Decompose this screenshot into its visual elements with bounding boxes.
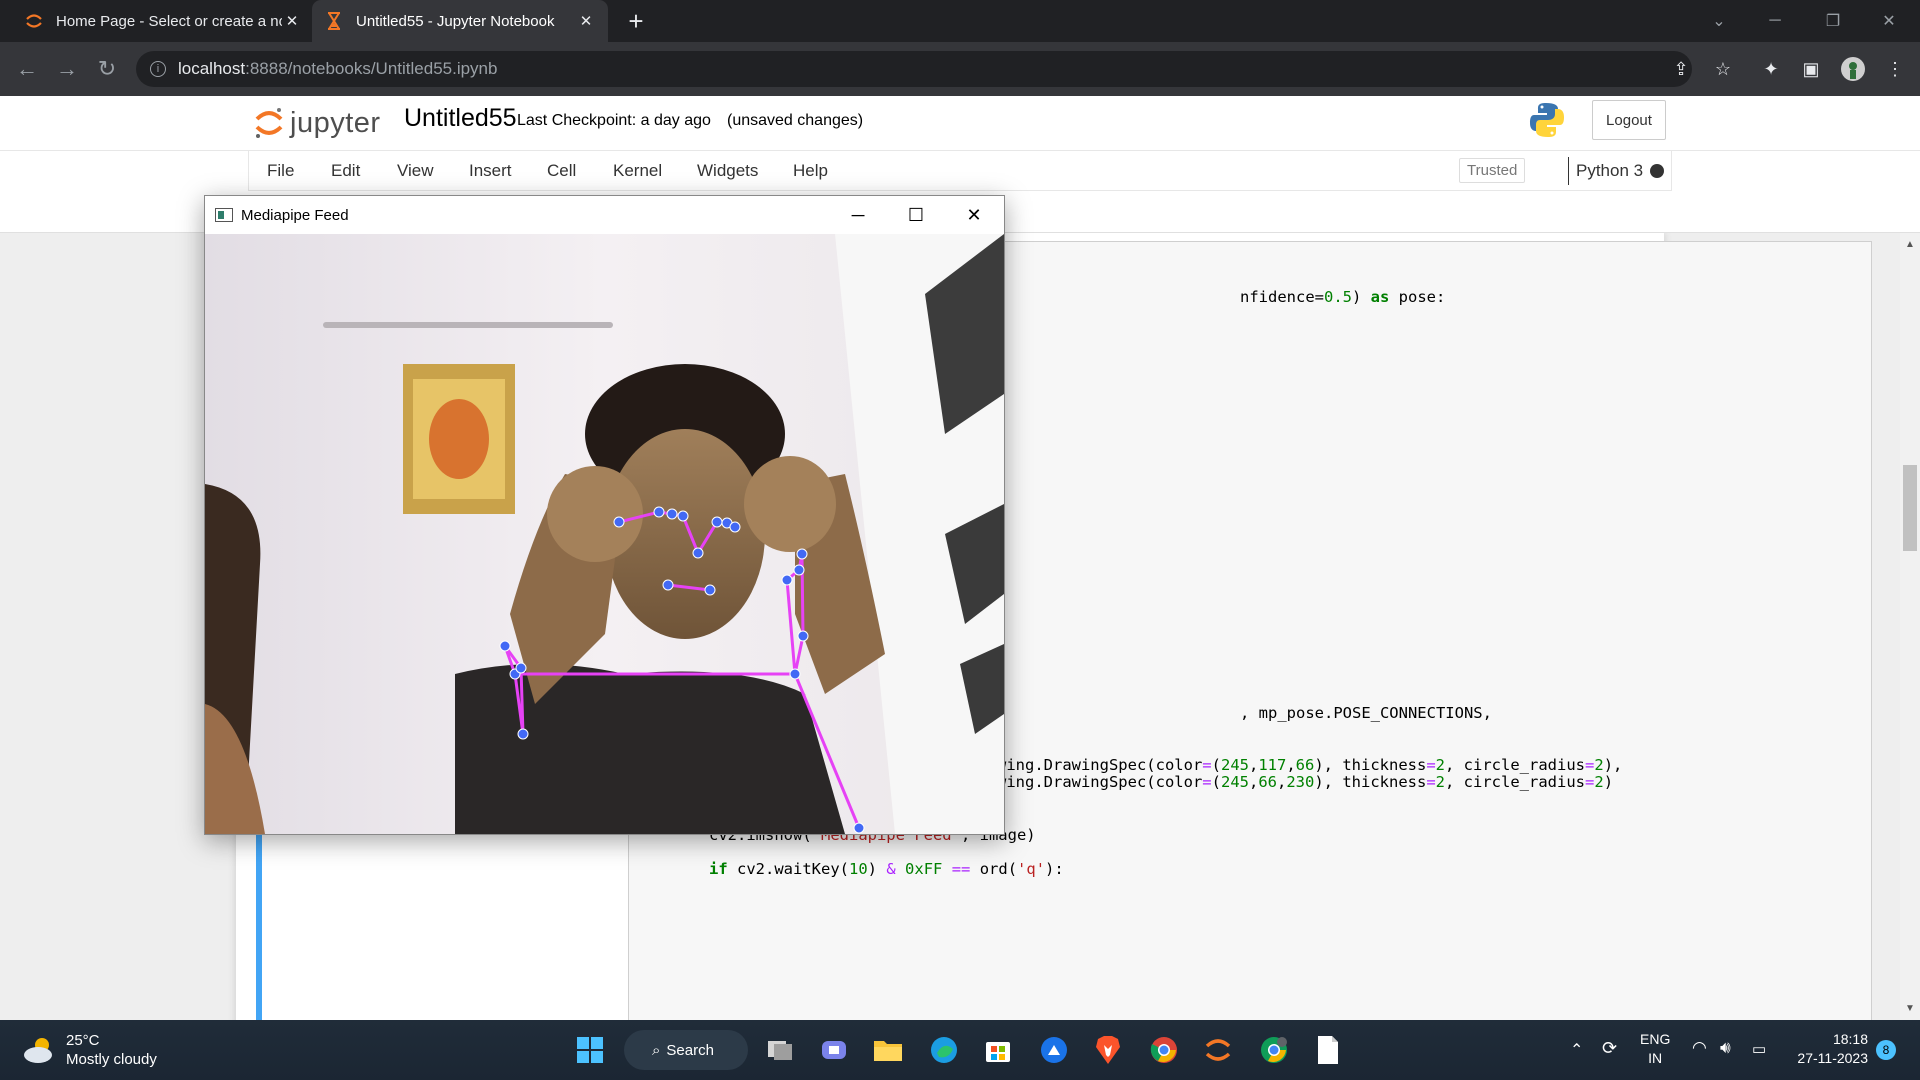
avatar[interactable] [1838, 54, 1868, 84]
code-line: nfidence=0.5) as pose: [1240, 288, 1446, 306]
tab-title: Untitled55 - Jupyter Notebook [356, 12, 555, 30]
weather-widget[interactable]: 25°C Mostly cloudy [22, 1031, 157, 1069]
code-line: mp_drawing.DrawingSpec(color=(245,66,230… [941, 773, 1614, 791]
tab-title: Home Page - Select or create a notebook [56, 12, 282, 30]
edge-browser-icon[interactable] [922, 1028, 966, 1072]
scroll-down-icon[interactable]: ▼ [1905, 1003, 1915, 1014]
chrome-profile-icon[interactable] [1252, 1028, 1296, 1072]
file-explorer-icon[interactable] [866, 1028, 910, 1072]
more-menu-icon[interactable]: ⋮ [1880, 54, 1910, 84]
close-icon[interactable]: ✕ [282, 11, 302, 31]
window-titlebar[interactable]: Mediapipe Feed ─ ☐ ✕ [205, 196, 1004, 234]
mediapipe-feed-window[interactable]: Mediapipe Feed ─ ☐ ✕ [204, 195, 1005, 835]
code-line: , mp_pose.POSE_CONNECTIONS, [1240, 704, 1492, 722]
menu-insert[interactable]: Insert [469, 161, 512, 181]
notebook-name[interactable]: Untitled55 [404, 104, 517, 133]
page-scrollbar[interactable]: ▲ ▼ [1900, 233, 1920, 1020]
checkpoint-status: Last Checkpoint: a day ago [517, 112, 711, 129]
window-title: Mediapipe Feed [241, 206, 349, 224]
url-bar[interactable]: i localhost:8888/notebooks/Untitled55.ip… [136, 51, 1692, 87]
tab-home-page[interactable]: Home Page - Select or create a notebook … [12, 0, 314, 42]
close-window-button[interactable]: ✕ [945, 196, 1003, 234]
back-button[interactable]: ← [12, 54, 42, 84]
maximize-button[interactable]: ☐ [887, 196, 945, 234]
minimize-button[interactable]: ─ [829, 196, 887, 234]
share-icon[interactable]: ⇪ [1666, 54, 1696, 84]
menu-edit[interactable]: Edit [331, 161, 360, 181]
minimize-button[interactable]: ─ [1752, 0, 1798, 42]
start-button[interactable] [568, 1028, 612, 1072]
cloud-icon [24, 1038, 52, 1063]
task-view-icon[interactable] [758, 1028, 802, 1072]
jupyter-header: jupyter Untitled55 Last Checkpoint: a da… [0, 96, 1920, 151]
close-window-button[interactable]: ✕ [1866, 0, 1912, 42]
volume-icon[interactable]: 🔊︎ [1720, 1038, 1731, 1058]
menu-widgets[interactable]: Widgets [697, 161, 758, 181]
logout-button[interactable]: Logout [1592, 100, 1666, 140]
sync-icon[interactable]: ⟳ [1602, 1038, 1617, 1059]
close-icon[interactable]: ✕ [576, 11, 596, 31]
address-toolbar: ← → ↻ i localhost:8888/notebooks/Untitle… [0, 42, 1920, 96]
jupyter-wordmark: jupyter [290, 106, 381, 139]
webcam-frame [205, 234, 1004, 834]
time: 18:18 [1832, 1031, 1868, 1047]
language-indicator[interactable]: ENG IN [1640, 1030, 1670, 1068]
search-icon: ⌕ [652, 1041, 661, 1059]
menu-view[interactable]: View [397, 161, 434, 181]
menu-cell[interactable]: Cell [547, 161, 576, 181]
scrollbar-thumb[interactable] [1903, 465, 1917, 551]
jupyter-logo[interactable]: jupyter [254, 102, 381, 144]
notification-badge[interactable]: 8 [1876, 1040, 1896, 1060]
windows-taskbar: 25°C Mostly cloudy ⌕ Search ⌃ ⟳ ENG IN ◠… [0, 1020, 1920, 1080]
forward-button[interactable]: → [52, 54, 82, 84]
menu-kernel[interactable]: Kernel [613, 161, 662, 181]
chevron-up-icon[interactable]: ⌃ [1570, 1040, 1583, 1060]
pose-frame-image [205, 234, 1004, 834]
clock[interactable]: 18:18 27-11-2023 [1790, 1030, 1868, 1068]
trusted-badge[interactable]: Trusted [1459, 158, 1526, 183]
extensions-icon[interactable]: ✦ [1756, 54, 1786, 84]
tab-search-icon[interactable]: ⌄ [1696, 0, 1742, 42]
microsoft-store-icon[interactable] [976, 1028, 1020, 1072]
app-icon [215, 208, 233, 222]
chrome-icon[interactable] [1142, 1028, 1186, 1072]
browser-tab-strip: Home Page - Select or create a notebook … [0, 0, 1920, 42]
menu-help[interactable]: Help [793, 161, 828, 181]
scroll-up-icon[interactable]: ▲ [1905, 239, 1915, 250]
menu-file[interactable]: File [267, 161, 294, 181]
jupyter-icon[interactable] [1196, 1028, 1240, 1072]
reload-button[interactable]: ↻ [92, 54, 122, 84]
restore-button[interactable]: ❐ [1810, 0, 1856, 42]
kernel-status-indicator [1650, 164, 1664, 178]
jupyter-icon [24, 11, 44, 31]
new-tab-button[interactable]: + [621, 6, 651, 36]
info-icon[interactable]: i [150, 61, 166, 77]
search-label: Search [666, 1041, 714, 1059]
app-icon[interactable] [1032, 1028, 1076, 1072]
battery-icon[interactable]: ▭ [1752, 1040, 1766, 1058]
temperature: 25°C [66, 1032, 100, 1049]
taskbar-search-button[interactable]: ⌕ Search [624, 1030, 748, 1070]
date: 27-11-2023 [1797, 1050, 1868, 1066]
wifi-icon[interactable]: ◠ [1692, 1038, 1707, 1058]
teams-chat-icon[interactable] [812, 1028, 856, 1072]
document-icon[interactable] [1306, 1028, 1350, 1072]
autosave-status: (unsaved changes) [727, 112, 864, 129]
code-line: mp_drawing.DrawingSpec(color=(245,117,66… [941, 756, 1623, 774]
brave-browser-icon[interactable] [1086, 1028, 1130, 1072]
tab-untitled55[interactable]: Untitled55 - Jupyter Notebook ✕ [312, 0, 608, 42]
side-panel-icon[interactable]: ▣ [1796, 54, 1826, 84]
code-line: if cv2.waitKey(10) & 0xFF == ord('q'): [709, 860, 1064, 878]
url-text: localhost:8888/notebooks/Untitled55.ipyn… [178, 59, 498, 78]
weather-text: Mostly cloudy [66, 1051, 157, 1068]
hourglass-icon [324, 11, 344, 31]
python-logo-icon [1528, 101, 1566, 144]
jupyter-logo-icon [255, 108, 283, 138]
kernel-name[interactable]: Python 3 [1568, 157, 1643, 185]
bookmark-star-icon[interactable]: ☆ [1708, 54, 1738, 84]
